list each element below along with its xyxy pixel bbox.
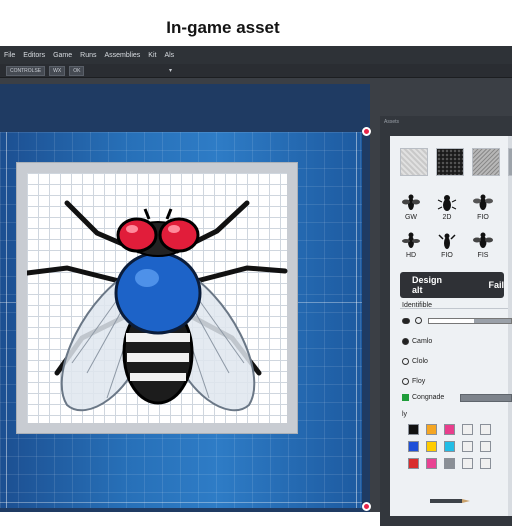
menu-assemblies[interactable]: Assemblies [104, 52, 140, 59]
ly-label: ly [402, 411, 408, 418]
toolbar-dropdown-icon[interactable]: ▾ [169, 67, 172, 74]
toolbar-ok-button[interactable]: OK [69, 65, 85, 76]
green-checkbox-icon[interactable] [402, 394, 409, 401]
insect-item-2[interactable]: 2D [436, 194, 458, 221]
color-swatch-2[interactable] [426, 424, 437, 435]
insect-item-5[interactable]: FIO [436, 232, 458, 259]
color-swatch-1[interactable] [408, 424, 419, 435]
texture-row [400, 148, 512, 176]
eye-shape-icon [402, 317, 410, 324]
eye-icon[interactable] [402, 317, 422, 324]
page-title: In-game asset [166, 18, 280, 37]
toolbar-controls-button[interactable]: CONTROLSE [6, 65, 46, 76]
texture-swatch-2[interactable] [436, 148, 464, 176]
option-camlo[interactable]: Camlo [402, 338, 432, 345]
asset-frame[interactable] [16, 162, 298, 434]
option-label: Clolo [412, 358, 428, 365]
menu-file[interactable]: File [4, 52, 15, 59]
color-swatch-6[interactable] [408, 441, 419, 452]
vertical-guide-left[interactable] [6, 132, 7, 508]
color-swatch-13[interactable] [444, 458, 455, 469]
color-swatch-7[interactable] [426, 441, 437, 452]
icon-label: 2D [442, 214, 452, 221]
icon-row-1: GW 2D FIO [400, 194, 510, 221]
toggle-icon[interactable] [415, 317, 422, 324]
panel-header: Assets [384, 119, 400, 125]
vertical-guide[interactable] [356, 132, 357, 508]
texture-swatch-3[interactable] [472, 148, 500, 176]
color-palette [408, 424, 491, 469]
pencil-icon[interactable] [430, 498, 470, 504]
color-swatch-10[interactable] [480, 441, 491, 452]
top-right-handle[interactable] [362, 127, 371, 136]
slider-fill [429, 319, 475, 323]
icon-label: FIO [477, 214, 489, 221]
menu-editors[interactable]: Editors [23, 52, 45, 59]
color-swatch-14[interactable] [462, 458, 473, 469]
menu-game[interactable]: Game [53, 52, 72, 59]
horizontal-guide-bottom[interactable] [0, 502, 362, 503]
housefly-icon [473, 232, 493, 248]
icon-row-2: HD FIO FIS [400, 232, 510, 259]
canvas-viewport[interactable] [0, 84, 371, 512]
congrade-label: Congnade [412, 394, 445, 401]
editor-window: File Editors Game Runs Assemblies Kit Al… [0, 46, 512, 526]
congrade-bar[interactable] [460, 394, 512, 402]
panel-scrollbar[interactable] [508, 136, 512, 516]
menu-bar: File Editors Game Runs Assemblies Kit Al… [0, 46, 512, 64]
option-radio[interactable] [402, 338, 409, 345]
toolbar-wx-button[interactable]: WX [49, 65, 66, 76]
menu-kit[interactable]: Kit [148, 52, 156, 59]
option-label: Floy [412, 378, 426, 385]
congrade-row[interactable]: Congnade [402, 394, 444, 401]
color-swatch-8[interactable] [444, 441, 455, 452]
texture-swatch-4[interactable] [508, 148, 512, 176]
insect-item-6[interactable]: FIS [472, 232, 494, 259]
identifiable-label: Identifible [402, 302, 432, 309]
bottom-right-handle[interactable] [362, 502, 371, 511]
mosquito-icon [402, 232, 420, 248]
texture-swatch-1[interactable] [400, 148, 428, 176]
menu-runs[interactable]: Runs [80, 52, 96, 59]
color-swatch-3[interactable] [444, 424, 455, 435]
option-radio[interactable] [402, 358, 409, 365]
option-clolo[interactable]: Clolo [402, 358, 428, 365]
menu-als[interactable]: Als [164, 52, 174, 59]
icon-label: FIO [441, 252, 453, 259]
fly-sprite-icon[interactable] [27, 173, 289, 425]
option-floy[interactable]: Floy [402, 378, 425, 385]
asset-preview[interactable] [27, 173, 289, 425]
color-swatch-11[interactable] [408, 458, 419, 469]
fail-label: Fail [488, 280, 504, 290]
insect-item-3[interactable]: FIO [472, 194, 494, 221]
option-label: Camlo [412, 338, 433, 345]
design-alt-button[interactable]: Design alt Fail [400, 272, 504, 298]
color-swatch-15[interactable] [480, 458, 491, 469]
wasp-icon [438, 233, 456, 249]
color-swatch-12[interactable] [426, 458, 437, 469]
banner: In-game asset [0, 0, 512, 46]
identifiable-slider[interactable] [428, 318, 512, 324]
fly-icon [402, 194, 420, 210]
color-swatch-5[interactable] [480, 424, 491, 435]
asset-panel: Assets GW 2D FIO HD FIO FIS Design alt F… [380, 116, 512, 526]
design-alt-label: Design alt [412, 275, 443, 295]
option-radio[interactable] [402, 378, 409, 385]
toolbar: CONTROLSE WX OK ▾ [0, 64, 512, 78]
bee-icon [473, 194, 493, 210]
beetle-icon [437, 195, 457, 211]
color-swatch-4[interactable] [462, 424, 473, 435]
icon-label: HD [405, 252, 417, 259]
icon-label: GW [404, 214, 418, 221]
insect-item-4[interactable]: HD [400, 232, 422, 259]
panel-body: GW 2D FIO HD FIO FIS Design alt Fail Ide… [390, 136, 512, 516]
icon-label: FIS [477, 252, 489, 259]
color-swatch-9[interactable] [462, 441, 473, 452]
insect-item-1[interactable]: GW [400, 194, 422, 221]
